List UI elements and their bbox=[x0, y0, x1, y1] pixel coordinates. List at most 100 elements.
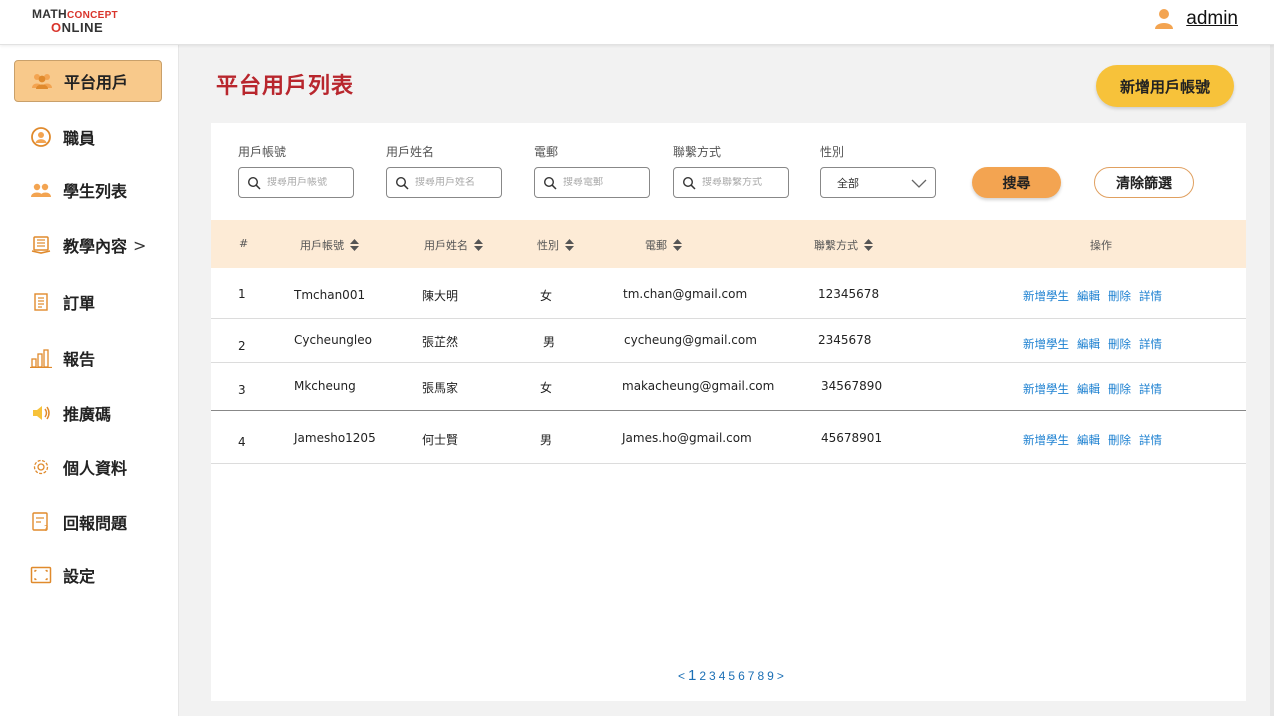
sidebar-item-profile[interactable]: 個人資料 bbox=[14, 446, 162, 488]
sidebar-item-platform-users[interactable]: 平台用戶 bbox=[14, 60, 162, 102]
sidebar-item-settings[interactable]: 設定 bbox=[14, 554, 162, 596]
sidebar-item-reports[interactable]: 報告 bbox=[14, 337, 162, 379]
row-actions: 新增學生 編輯 刪除 詳情 bbox=[1023, 432, 1170, 448]
details-link[interactable]: 詳情 bbox=[1139, 381, 1162, 397]
edit-link[interactable]: 編輯 bbox=[1077, 381, 1100, 397]
sort-icon[interactable] bbox=[673, 239, 682, 251]
th-name-label: 用戶姓名 bbox=[424, 239, 468, 252]
th-email[interactable]: 電郵 bbox=[645, 237, 682, 253]
sidebar-item-label: 報告 bbox=[63, 350, 96, 369]
pagination-page[interactable]: 8 bbox=[757, 669, 764, 683]
sidebar-item-label: 回報問題 bbox=[63, 514, 128, 533]
students-icon bbox=[30, 180, 52, 200]
cell-gender: 男 bbox=[540, 433, 553, 447]
delete-link[interactable]: 刪除 bbox=[1108, 432, 1131, 448]
pagination-page[interactable]: 3 bbox=[709, 669, 716, 683]
search-icon bbox=[247, 176, 261, 190]
email-search-input[interactable] bbox=[563, 177, 643, 188]
pagination-page[interactable]: 6 bbox=[738, 669, 745, 683]
cell-account: Mkcheung bbox=[294, 379, 356, 393]
filter-contact-label: 聯繫方式 bbox=[673, 145, 722, 159]
th-actions: 操作 bbox=[1090, 237, 1112, 253]
pagination-prev[interactable]: < bbox=[678, 669, 685, 683]
details-link[interactable]: 詳情 bbox=[1139, 432, 1162, 448]
user-menu[interactable]: admin bbox=[1154, 8, 1238, 30]
add-student-link[interactable]: 新增學生 bbox=[1023, 336, 1069, 352]
sidebar: 平台用戶 職員 學生列表 教學內容 > 訂單 報告 推廣碼 個人資料 ? 回報問… bbox=[0, 45, 179, 716]
th-name[interactable]: 用戶姓名 bbox=[424, 237, 483, 253]
svg-text:?: ? bbox=[44, 524, 48, 533]
filter-account: 用戶帳號 bbox=[238, 143, 354, 198]
filter-email-box[interactable] bbox=[534, 167, 650, 198]
contact-search-input[interactable] bbox=[702, 177, 782, 188]
sort-icon[interactable] bbox=[474, 239, 483, 251]
add-student-link[interactable]: 新增學生 bbox=[1023, 381, 1069, 397]
gender-select-value: 全部 bbox=[837, 176, 859, 190]
sidebar-item-report-issue[interactable]: ? 回報問題 bbox=[14, 501, 162, 543]
table-row: 4 Jamesho1205 何士賢 男 James.ho@gmail.com 4… bbox=[211, 411, 1246, 464]
clear-filters-button[interactable]: 清除篩選 bbox=[1094, 167, 1194, 198]
page-title: 平台用戶列表 bbox=[216, 74, 355, 99]
add-student-link[interactable]: 新增學生 bbox=[1023, 288, 1069, 304]
pagination-page-current[interactable]: 1 bbox=[688, 667, 696, 684]
table-row: 2 Cycheungleo 張芷然 男 cycheung@gmail.com 2… bbox=[211, 319, 1246, 363]
filter-email-label: 電郵 bbox=[534, 145, 559, 159]
sidebar-item-students[interactable]: 學生列表 bbox=[14, 169, 162, 211]
logo-text-nline: NLINE bbox=[61, 20, 104, 35]
edit-link[interactable]: 編輯 bbox=[1077, 288, 1100, 304]
search-button[interactable]: 搜尋 bbox=[972, 167, 1061, 198]
sort-icon[interactable] bbox=[350, 239, 359, 251]
pagination-next[interactable]: > bbox=[777, 669, 784, 683]
sidebar-item-orders[interactable]: 訂單 bbox=[14, 281, 162, 323]
th-email-label: 電郵 bbox=[645, 239, 667, 252]
scrollbar[interactable] bbox=[1270, 45, 1274, 716]
th-contact-label: 聯繫方式 bbox=[814, 239, 858, 252]
th-index: # bbox=[239, 237, 248, 250]
delete-link[interactable]: 刪除 bbox=[1108, 336, 1131, 352]
user-name[interactable]: admin bbox=[1186, 8, 1238, 30]
cell-index: 2 bbox=[238, 339, 246, 353]
filter-account-label: 用戶帳號 bbox=[238, 145, 287, 159]
filter-contact-box[interactable] bbox=[673, 167, 789, 198]
name-search-input[interactable] bbox=[415, 177, 495, 188]
filter-name: 用戶姓名 bbox=[386, 143, 502, 198]
pagination-page[interactable]: 7 bbox=[748, 669, 755, 683]
sidebar-item-promo-code[interactable]: 推廣碼 bbox=[14, 392, 162, 434]
add-student-link[interactable]: 新增學生 bbox=[1023, 432, 1069, 448]
pagination-page[interactable]: 4 bbox=[719, 669, 726, 683]
pagination-page[interactable]: 9 bbox=[767, 669, 774, 683]
th-gender[interactable]: 性別 bbox=[537, 237, 574, 253]
delete-link[interactable]: 刪除 bbox=[1108, 288, 1131, 304]
report-issue-icon: ? bbox=[30, 512, 52, 533]
chevron-down-icon bbox=[911, 179, 927, 188]
details-link[interactable]: 詳情 bbox=[1139, 336, 1162, 352]
add-user-account-button[interactable]: 新增用戶帳號 bbox=[1096, 65, 1234, 107]
edit-link[interactable]: 編輯 bbox=[1077, 432, 1100, 448]
details-link[interactable]: 詳情 bbox=[1139, 288, 1162, 304]
search-icon bbox=[395, 176, 409, 190]
logo[interactable]: MATHCONCEPT ONLINE bbox=[32, 8, 118, 34]
th-contact[interactable]: 聯繫方式 bbox=[814, 237, 873, 253]
filter-name-box[interactable] bbox=[386, 167, 502, 198]
delete-link[interactable]: 刪除 bbox=[1108, 381, 1131, 397]
logo-text-m: M bbox=[32, 7, 43, 21]
filter-account-box[interactable] bbox=[238, 167, 354, 198]
cell-contact: 34567890 bbox=[821, 379, 883, 393]
pagination-page[interactable]: 2 bbox=[699, 669, 706, 683]
edit-link[interactable]: 編輯 bbox=[1077, 336, 1100, 352]
account-search-input[interactable] bbox=[267, 177, 347, 188]
user-list-card: 用戶帳號 用戶姓名 電郵 聯繫方式 bbox=[211, 123, 1246, 701]
sidebar-item-label: 職員 bbox=[63, 129, 96, 148]
chevron-right-icon[interactable]: > bbox=[133, 236, 146, 255]
user-icon bbox=[1155, 9, 1174, 29]
row-actions: 新增學生 編輯 刪除 詳情 bbox=[1023, 381, 1170, 397]
sort-icon[interactable] bbox=[565, 239, 574, 251]
sidebar-item-staff[interactable]: 職員 bbox=[14, 116, 162, 158]
th-account[interactable]: 用戶帳號 bbox=[300, 237, 359, 253]
sidebar-item-teaching-content[interactable]: 教學內容 > bbox=[14, 224, 162, 266]
pagination-page[interactable]: 5 bbox=[728, 669, 735, 683]
gender-select[interactable]: 全部 bbox=[820, 167, 936, 198]
main-content: 平台用戶列表 新增用戶帳號 用戶帳號 用戶姓名 電郵 聯繫方式 bbox=[179, 45, 1274, 716]
sort-icon[interactable] bbox=[864, 239, 873, 251]
cell-contact: 2345678 bbox=[818, 333, 872, 347]
